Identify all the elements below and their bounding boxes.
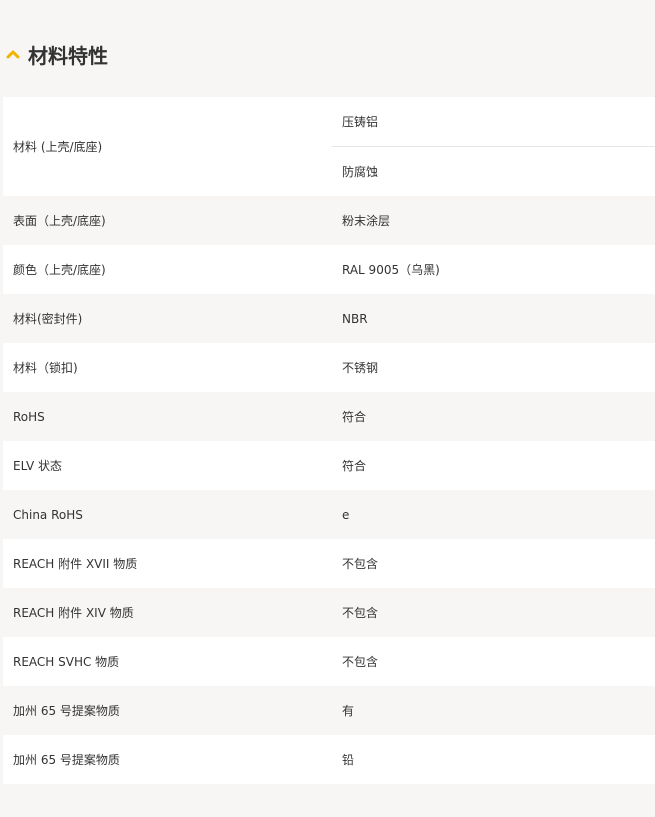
table-row: 加州 65 号提案物质铅	[3, 735, 655, 784]
chevron-up-icon[interactable]	[4, 45, 22, 63]
property-name: REACH 附件 XIV 物质	[3, 588, 332, 637]
table-row: China RoHS e	[3, 490, 655, 539]
property-value-cell: 符合	[332, 392, 655, 441]
table-row: 材料 (上壳/底座) 压铸铝 防腐蚀	[3, 97, 655, 196]
property-name: China RoHS	[3, 490, 332, 539]
properties-table: 材料 (上壳/底座) 压铸铝 防腐蚀 表面（上壳/底座) 粉末涂层 颜色（上壳/底座) RA…	[3, 97, 655, 784]
section-header[interactable]: 材料特性	[0, 0, 655, 108]
property-name: 加州 65 号提案物质	[3, 686, 332, 735]
table-row: REACH SVHC 物质 不包含	[3, 637, 655, 686]
property-name: REACH SVHC 物质	[3, 637, 332, 686]
property-name: 材料 (上壳/底座)	[3, 97, 332, 196]
property-value-cell: 不包含	[332, 588, 655, 637]
property-name: REACH 附件 XVII 物质	[3, 539, 332, 588]
property-name: ELV 状态	[3, 441, 332, 490]
property-value-cell: 有	[332, 686, 655, 735]
property-name: RoHS	[3, 392, 332, 441]
property-value-cell: 不锈钢	[332, 343, 655, 392]
section-title: 材料特性	[28, 43, 108, 68]
property-value: 防腐蚀	[332, 146, 655, 196]
property-name: 加州 65 号提案物质	[3, 735, 332, 784]
property-value-cell: e	[332, 490, 655, 539]
property-name: 表面（上壳/底座)	[3, 196, 332, 245]
property-value-cell: RAL 9005（乌黑)	[332, 245, 655, 294]
property-value-cell: 符合	[332, 441, 655, 490]
table-row: 材料（锁扣) 不锈钢	[3, 343, 655, 392]
property-name: 颜色（上壳/底座)	[3, 245, 332, 294]
table-row: 加州 65 号提案物质有	[3, 686, 655, 735]
table-row: REACH 附件 XVII 物质 不包含	[3, 539, 655, 588]
property-value-cell: 不包含	[332, 539, 655, 588]
property-name: 材料（锁扣)	[3, 343, 332, 392]
property-name: 材料(密封件)	[3, 294, 332, 343]
property-value-cell: 粉末涂层	[332, 196, 655, 245]
table-row: RoHS 符合	[3, 392, 655, 441]
table-row: 材料(密封件) NBR	[3, 294, 655, 343]
property-value: 压铸铝	[342, 115, 379, 129]
property-value-cell: 不包含	[332, 637, 655, 686]
table-row: ELV 状态 符合	[3, 441, 655, 490]
property-value-cell: 铅	[332, 735, 655, 784]
property-value-cell: NBR	[332, 294, 655, 343]
table-row: REACH 附件 XIV 物质 不包含	[3, 588, 655, 637]
table-row: 表面（上壳/底座) 粉末涂层	[3, 196, 655, 245]
property-value-cell: 压铸铝防腐蚀	[332, 97, 655, 196]
table-row: 颜色（上壳/底座) RAL 9005（乌黑)	[3, 245, 655, 294]
